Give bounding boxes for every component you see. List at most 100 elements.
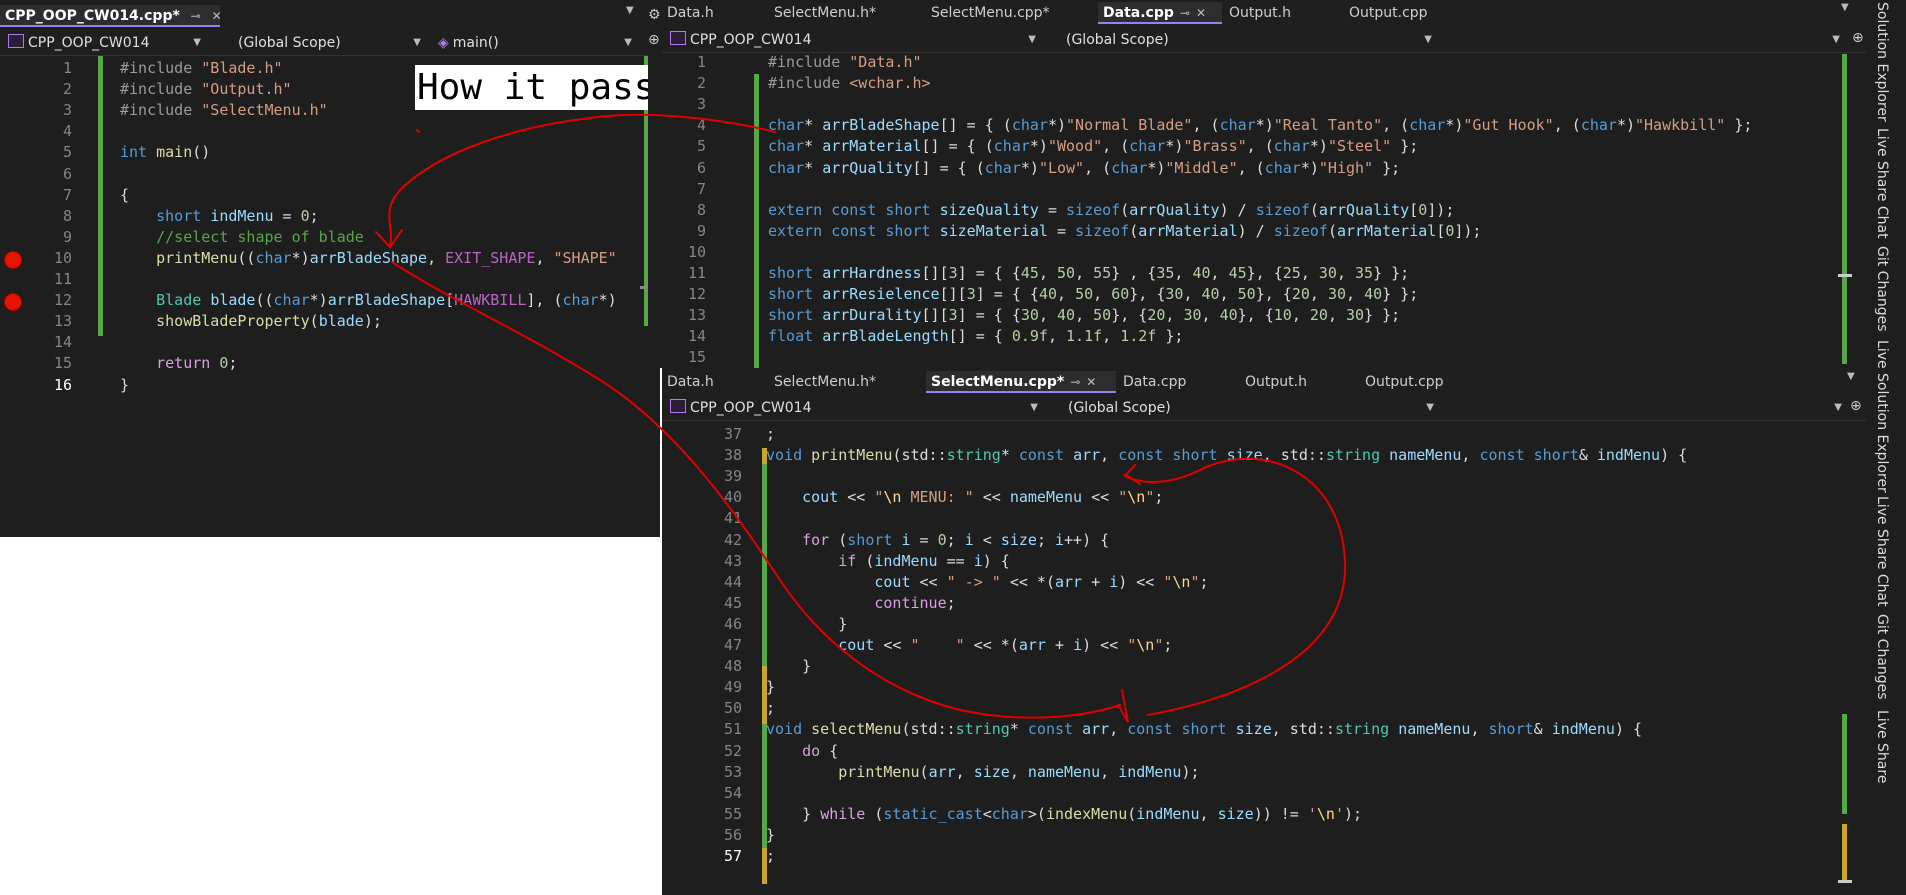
code-line[interactable]: 5 int main() — [0, 142, 640, 163]
code-line[interactable]: 4 — [0, 121, 640, 142]
code-line[interactable]: 2 #include <wchar.h> — [672, 73, 1852, 94]
member-dropdown[interactable]: ◈ main() ▼ — [432, 33, 638, 53]
code-line[interactable]: 13 showBladeProperty(blade); — [0, 311, 640, 332]
git-changes-tab[interactable]: Git Changes — [1874, 246, 1890, 332]
code-line[interactable]: 6 char* arrQuality[] = { (char*)"Low", (c… — [672, 158, 1852, 179]
code-line[interactable]: 55 } while (static_cast<char>(indexMenu(… — [672, 804, 1852, 825]
code-line[interactable]: 54 — [672, 783, 1852, 804]
code-line[interactable]: 50; — [672, 698, 1852, 719]
code-line[interactable]: 8 extern const short sizeQuality = sizeof… — [672, 200, 1852, 221]
project-dropdown[interactable]: CPP_OOP_CW014 ▼ — [664, 30, 1042, 50]
code-line[interactable]: 49} — [672, 677, 1852, 698]
solution-explorer-tab[interactable]: Solution Explorer — [1874, 2, 1890, 122]
code-line[interactable]: 6 — [0, 164, 640, 185]
code-line[interactable]: 9 //select shape of blade — [0, 227, 640, 248]
left-code-area[interactable]: 1 #include "Blade.h" 2 #include "Output.h" 3… — [0, 58, 640, 537]
code-line[interactable]: 5 char* arrMaterial[] = { (char*)"Wood", … — [672, 136, 1852, 157]
tab-cpp-oop-cw014[interactable]: CPP_OOP_CW014.cpp* ⊸ ✕ — [0, 5, 220, 27]
code-line[interactable]: 10 — [672, 242, 1852, 263]
bottom-right-scrollbar[interactable] — [1838, 424, 1852, 894]
close-icon[interactable]: ✕ — [212, 9, 220, 23]
code-line[interactable]: 9 extern const short sizeMaterial = sizeo… — [672, 221, 1852, 242]
project-icon — [8, 34, 24, 48]
code-line[interactable]: 11 — [0, 269, 640, 290]
code-line[interactable]: 3 — [672, 94, 1852, 115]
line-number: 43 — [723, 551, 742, 570]
pin-icon[interactable]: ⊸ — [1070, 375, 1080, 389]
split-icon[interactable]: ⊕ — [1852, 30, 1864, 46]
tab-data-cpp[interactable]: Data.cpp ⊸ ✕ — [1098, 2, 1222, 24]
code-text: ; — [766, 425, 776, 443]
member-dropdown[interactable]: ▼ — [1458, 398, 1848, 418]
tab-overflow-chevron-icon[interactable]: ▼ — [1847, 371, 1855, 382]
tab-output-h[interactable]: Output.h — [1240, 371, 1363, 393]
live-solution-explorer-tab[interactable]: Live Solution Explorer — [1874, 340, 1890, 493]
code-line[interactable]: 15 return 0; — [0, 353, 640, 374]
toolbar-gear-icon[interactable]: ⚙ — [648, 7, 662, 23]
code-line[interactable]: 46 } — [672, 614, 1852, 635]
code-line[interactable]: 37; — [672, 424, 1852, 445]
tab-data-cpp[interactable]: Data.cpp — [1118, 371, 1243, 393]
code-line[interactable]: 56} — [672, 825, 1852, 846]
project-dropdown[interactable]: CPP_OOP_CW014 ▼ — [664, 398, 1044, 418]
code-line[interactable]: 40 cout << "\n MENU: " << nameMenu << "\… — [672, 487, 1852, 508]
code-line[interactable]: 42 for (short i = 0; i < size; i++) { — [672, 530, 1852, 551]
scope-dropdown[interactable]: (Global Scope) ▼ — [1062, 398, 1440, 418]
code-text: { — [120, 185, 130, 204]
tab-selectmenu-cpp[interactable]: SelectMenu.cpp* — [926, 2, 1101, 24]
split-icon[interactable]: ⊕ — [648, 32, 660, 48]
tab-output-cpp[interactable]: Output.cpp — [1344, 2, 1485, 24]
split-icon[interactable]: ⊕ — [1850, 398, 1862, 414]
code-line[interactable]: 48 } — [672, 656, 1852, 677]
data-cpp-code-area[interactable]: 1 #include "Data.h" 2 #include <wchar.h> 3 4 c… — [672, 52, 1852, 368]
code-line[interactable]: 7{ — [0, 185, 640, 206]
code-line[interactable]: 12 short arrResielence[][3] = { {40, 50, … — [672, 284, 1852, 305]
top-right-scrollbar[interactable] — [1838, 54, 1852, 368]
code-line[interactable]: 7 — [672, 179, 1852, 200]
code-line[interactable]: 51 void selectMenu(std::string* const arr… — [672, 719, 1852, 740]
code-line[interactable]: 39 — [672, 466, 1852, 487]
code-line[interactable]: 43 if (indMenu == i) { — [672, 551, 1852, 572]
live-share-chat-tab-2[interactable]: Live Share Chat — [1874, 496, 1890, 607]
code-line[interactable]: 41 — [672, 508, 1852, 529]
pin-icon[interactable]: ⊸ — [191, 9, 201, 23]
code-line[interactable]: 10 printMenu((char*)arrBladeShape, EXIT_… — [0, 248, 640, 269]
tab-overflow-chevron-icon[interactable]: ▼ — [626, 5, 634, 16]
scope-dropdown[interactable]: (Global Scope) ▼ — [1060, 30, 1438, 50]
code-line[interactable]: 14 — [0, 332, 640, 353]
code-line[interactable]: 16} — [0, 375, 640, 396]
code-line[interactable]: 44 cout << " -> " << *(arr + i) << "\n"; — [672, 572, 1852, 593]
close-icon[interactable]: ✕ — [1196, 6, 1206, 20]
tab-data-h[interactable]: Data.h — [662, 371, 772, 393]
selectmenu-code-area[interactable]: 37; 38 void printMenu(std::string* const a… — [672, 424, 1852, 894]
code-line[interactable]: 53 printMenu(arr, size, nameMenu, indMen… — [672, 762, 1852, 783]
code-line[interactable]: 45 continue; — [672, 593, 1852, 614]
code-line[interactable]: 52 do { — [672, 741, 1852, 762]
code-line[interactable]: 14 float arrBladeLength[] = { 0.9f, 1.1f,… — [672, 326, 1852, 347]
code-line[interactable]: 11 short arrHardness[][3] = { {45, 50, 55… — [672, 263, 1852, 284]
code-line[interactable]: 13 short arrDurality[][3] = { {30, 40, 50… — [672, 305, 1852, 326]
code-line[interactable]: 1 #include "Data.h" — [672, 52, 1852, 73]
code-line[interactable]: 47 cout << " " << *(arr + i) << "\n"; — [672, 635, 1852, 656]
live-share-tab[interactable]: Live Share — [1874, 710, 1890, 783]
git-changes-tab-2[interactable]: Git Changes — [1874, 614, 1890, 700]
code-line[interactable]: 4 char* arrBladeShape[] = { (char*)"Norma… — [672, 115, 1852, 136]
tab-output-h[interactable]: Output.h — [1224, 2, 1347, 24]
code-line[interactable]: 8 short indMenu = 0; — [0, 206, 640, 227]
code-line[interactable]: 57; — [672, 846, 1852, 867]
live-share-chat-tab[interactable]: Live Share Chat — [1874, 128, 1890, 239]
project-dropdown[interactable]: CPP_OOP_CW014 ▼ — [2, 33, 207, 53]
pin-icon[interactable]: ⊸ — [1180, 6, 1190, 20]
member-dropdown[interactable]: ▼ — [1456, 30, 1846, 50]
code-line[interactable]: 38 void printMenu(std::string* const arr,… — [672, 445, 1852, 466]
tab-selectmenu-h[interactable]: SelectMenu.h* — [769, 2, 929, 24]
tab-output-cpp[interactable]: Output.cpp — [1360, 371, 1501, 393]
tab-selectmenu-cpp[interactable]: SelectMenu.cpp* ⊸ ✕ — [926, 371, 1116, 393]
code-line[interactable]: 12 Blade blade((char*)arrBladeShape[HAWK… — [0, 290, 640, 311]
tab-overflow-chevron-icon[interactable]: ▼ — [1841, 2, 1849, 13]
tab-data-h[interactable]: Data.h — [662, 2, 772, 24]
code-line[interactable]: 15 — [672, 347, 1852, 368]
tab-selectmenu-h[interactable]: SelectMenu.h* — [769, 371, 929, 393]
close-icon[interactable]: ✕ — [1086, 375, 1096, 389]
scope-dropdown[interactable]: (Global Scope) ▼ — [232, 33, 427, 53]
